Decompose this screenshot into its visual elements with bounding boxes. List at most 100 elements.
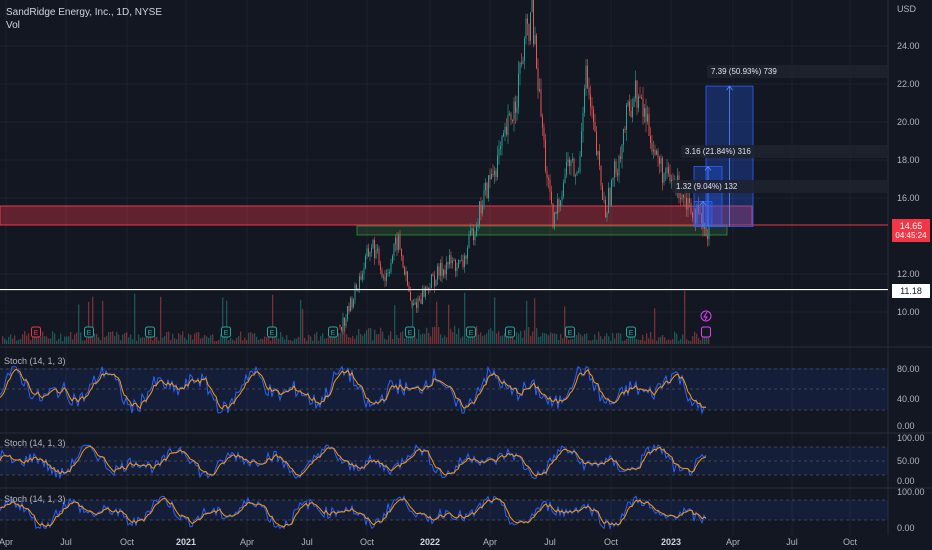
dividend-lightning-icon[interactable] (700, 310, 712, 322)
stoch-pane-2-label[interactable]: Stoch (14, 1, 3) (4, 438, 66, 448)
volume-bar (324, 338, 326, 344)
symbol-title[interactable]: SandRidge Energy, Inc., 1D, NYSE (6, 6, 162, 19)
volume-bar (514, 339, 516, 344)
volume-bar (454, 325, 456, 344)
volume-bar (518, 333, 520, 344)
candle-body (404, 267, 405, 275)
volume-bar (662, 334, 664, 344)
candle-body (537, 68, 539, 91)
candle-body (650, 136, 651, 143)
candle-body (348, 306, 350, 312)
candle-body (564, 175, 566, 183)
volume-bar (218, 340, 220, 344)
volume-bar (476, 326, 478, 344)
volume-bar (524, 330, 526, 344)
volume-label[interactable]: Vol (6, 19, 162, 32)
volume-bar (688, 340, 690, 344)
candle-body (666, 167, 668, 173)
volume-bar (10, 334, 12, 344)
candle-body (452, 260, 453, 264)
candle-body (500, 146, 501, 150)
volume-bar (288, 340, 290, 344)
candle-body (668, 167, 669, 174)
candle-body (617, 172, 618, 176)
volume-bar (260, 338, 262, 344)
candle-body (572, 158, 573, 161)
volume-bar (156, 336, 158, 344)
stoch-axis-tick: 40.00 (897, 394, 920, 404)
volume-bar (24, 331, 26, 344)
measure-label-small[interactable]: 1.32 (9.04%) 132 (672, 180, 888, 193)
volume-bar (462, 336, 464, 344)
candle-body (468, 234, 470, 248)
candle-body (633, 98, 635, 107)
candle-body (584, 88, 585, 113)
candle-body (363, 268, 365, 274)
upcoming-earnings-marker[interactable] (701, 326, 711, 338)
price-axis-tick: 18.00 (897, 155, 920, 165)
volume-bar (62, 340, 64, 344)
candle-body (494, 170, 495, 175)
candle-body (426, 287, 428, 289)
chart-canvas[interactable]: EEEEEEEEEEEE USD24.0022.0020.0018.0016.0… (0, 0, 932, 550)
volume-bar (456, 333, 458, 344)
volume-bar (234, 340, 236, 344)
measure-label-large[interactable]: 7.39 (50.93%) 739 (707, 65, 888, 78)
volume-bar (226, 300, 228, 344)
candle-body (461, 260, 462, 262)
volume-bar (256, 336, 258, 344)
volume-bar (242, 340, 244, 344)
volume-bar (266, 337, 268, 344)
candle-body (609, 188, 611, 206)
stoch-pane-1-label[interactable]: Stoch (14, 1, 3) (4, 356, 66, 366)
candle-body (567, 159, 569, 163)
volume-bar (366, 330, 368, 344)
volume-bar (380, 327, 382, 344)
volume-bar (426, 327, 428, 344)
volume-bar (188, 333, 190, 344)
volume-bar (666, 340, 668, 344)
candle-body (524, 38, 525, 61)
candle-body (591, 106, 593, 110)
volume-bar (212, 334, 214, 344)
candle-body (590, 94, 591, 107)
time-axis[interactable]: Apr Jul Oct 2021 Apr Jul Oct 2022 Apr Jul Oct 2023 A… (0, 537, 857, 547)
volume-bar (536, 328, 538, 344)
candle-body (362, 273, 363, 280)
volume-bar (384, 338, 386, 344)
volume-bar (612, 333, 614, 344)
volume-bar (38, 336, 40, 344)
volume-bar (246, 339, 248, 344)
volume-bar (488, 329, 490, 344)
volume-bar (114, 336, 116, 344)
candle-body (599, 151, 600, 166)
measure-label-medium[interactable]: 3.16 (21.84%) 316 (681, 145, 888, 158)
candle-body (588, 87, 590, 95)
volume-bar (356, 335, 358, 344)
candle-body (399, 234, 401, 249)
volume-bar (126, 332, 128, 344)
volume-bar (520, 330, 522, 344)
time-axis-tick: Apr (0, 537, 13, 547)
stoch-axis-tick: 100.00 (897, 433, 925, 443)
volume-bar (96, 333, 98, 344)
volume-bar (128, 337, 130, 344)
candle-body (632, 106, 633, 118)
candle-body (656, 150, 657, 155)
support-zone (356, 225, 728, 236)
volume-bar (432, 327, 434, 344)
candle-body (485, 182, 486, 191)
volume-bar (278, 338, 280, 344)
volume-bar (684, 290, 686, 344)
candle-body (425, 287, 426, 297)
volume-bar (464, 292, 466, 344)
volume-bar (562, 338, 564, 344)
volume-bar (674, 331, 676, 344)
volume-bar (586, 333, 588, 344)
candle-body (377, 248, 378, 251)
volume-bar (216, 340, 218, 344)
time-axis-tick: Apr (240, 537, 254, 547)
stoch-pane-3-label[interactable]: Stoch (14, 1, 3) (4, 494, 66, 504)
candle-body (383, 276, 384, 278)
volume-bar (22, 334, 24, 344)
